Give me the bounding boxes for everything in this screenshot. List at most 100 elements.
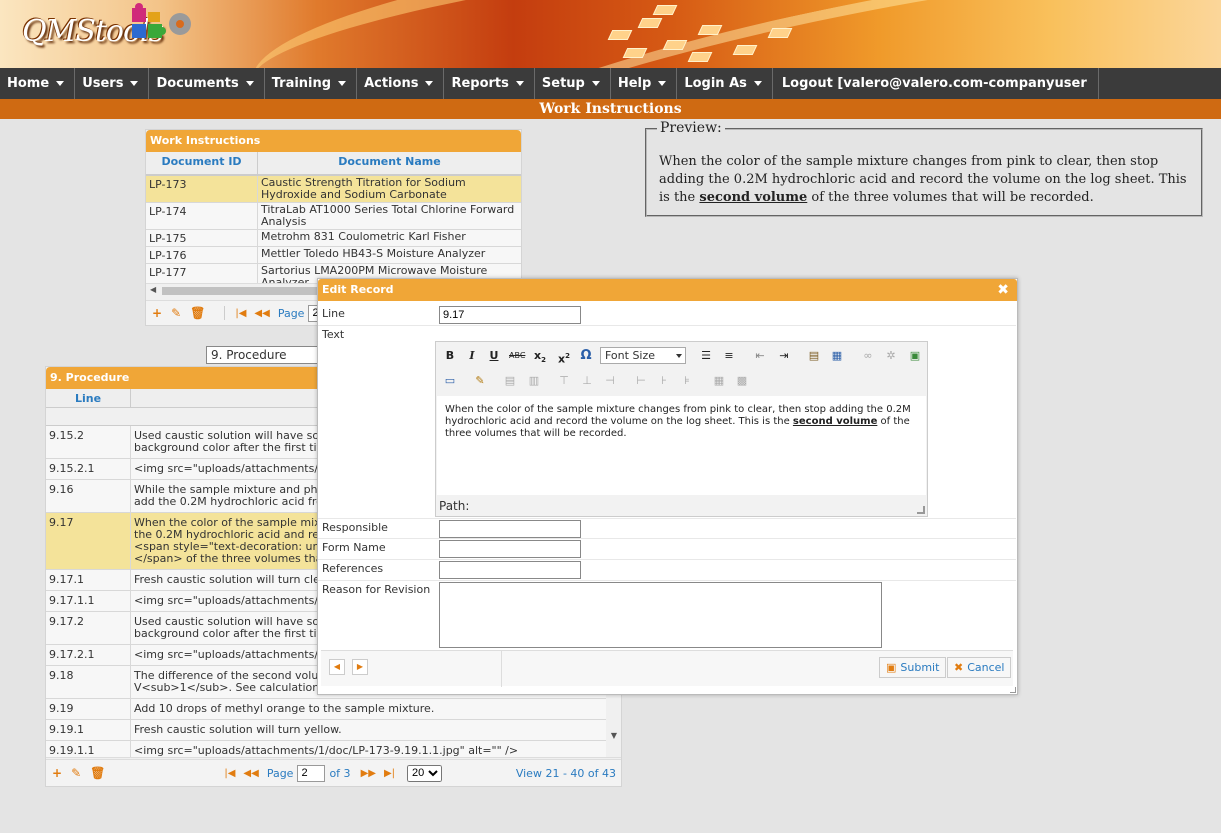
first-page-icon[interactable]: |◀ — [235, 308, 246, 319]
insert-col-after-icon[interactable]: ⊦ — [656, 373, 672, 389]
document-id-cell: LP-175 — [146, 230, 258, 246]
responsible-field[interactable] — [439, 520, 581, 538]
indent-icon[interactable]: ⇥ — [776, 348, 792, 364]
delete-row-icon[interactable]: ⊣ — [602, 373, 618, 389]
link-icon[interactable]: ∞ — [860, 348, 876, 364]
resize-handle-icon[interactable] — [917, 506, 925, 514]
outdent-icon[interactable]: ⇤ — [752, 348, 768, 364]
edit-icon[interactable]: ✎ — [171, 306, 181, 320]
font-size-select[interactable]: Font Size — [600, 347, 686, 364]
preview-text: When the color of the sample mixture cha… — [659, 154, 1187, 205]
table-row-props-icon[interactable]: ▤ — [502, 373, 518, 389]
reason-row: Reason for Revision — [318, 581, 1016, 652]
table-row[interactable]: 9.19 Add 10 drops of methyl orange to the… — [46, 699, 606, 720]
split-cells-icon[interactable]: ▦ — [711, 373, 727, 389]
references-row: References — [318, 560, 1016, 581]
table-row[interactable]: 9.19.1.1 <img src="uploads/attachments/1/… — [46, 741, 606, 757]
close-icon[interactable]: ✖ — [997, 279, 1009, 301]
text-cell: Add 10 drops of methyl orange to the sam… — [134, 702, 435, 715]
prev-record-icon[interactable]: ◀ — [329, 659, 345, 675]
insert-col-before-icon[interactable]: ⊢ — [633, 373, 649, 389]
main-nav: Home Users Documents Training Actions Re… — [0, 68, 1221, 99]
bullet-list-icon[interactable]: ☰ — [698, 348, 714, 364]
bold-icon[interactable]: B — [442, 348, 458, 364]
image-icon[interactable]: ▣ — [907, 348, 923, 364]
dialog-footer: ◀ ▶ ▣ Submit ✖ Cancel — [321, 650, 1013, 687]
section-select[interactable]: 9. Procedure — [206, 346, 326, 364]
add-icon[interactable]: + — [52, 766, 62, 780]
document-name-cell: TitraLab AT1000 Series Total Chlorine Fo… — [261, 203, 515, 228]
form-name-field[interactable] — [439, 540, 581, 558]
special-character-icon[interactable]: Ω — [578, 348, 594, 364]
scroll-down-icon[interactable]: ▼ — [611, 731, 617, 740]
chevron-down-icon — [753, 81, 762, 86]
table-row[interactable]: LP-175 Metrohm 831 Coulometric Karl Fishe… — [146, 230, 521, 247]
table-cell-props-icon[interactable]: ▥ — [526, 373, 542, 389]
paste-text-icon[interactable]: ▤ — [806, 348, 822, 364]
dialog-resize-icon[interactable] — [1010, 687, 1016, 693]
prev-page-icon[interactable]: ◀◀ — [243, 768, 258, 779]
delete-icon[interactable]: 🗑 — [90, 766, 105, 780]
line-cell: 9.17 — [46, 513, 131, 569]
chevron-down-icon — [591, 81, 600, 86]
column-header-document-name[interactable]: Document Name — [258, 152, 521, 174]
insert-row-before-icon[interactable]: ⊤ — [556, 373, 572, 389]
page-count: of 3 — [329, 766, 351, 780]
nav-login-as[interactable]: Login As — [677, 68, 773, 99]
italic-icon[interactable]: I — [464, 348, 480, 364]
submit-button[interactable]: ▣ Submit — [879, 657, 947, 678]
delete-col-icon[interactable]: ⊧ — [679, 373, 695, 389]
underline-icon[interactable]: U — [486, 348, 502, 364]
cancel-button[interactable]: ✖ Cancel — [947, 657, 1012, 678]
add-icon[interactable]: + — [152, 306, 162, 320]
next-page-icon[interactable]: ▶▶ — [361, 768, 376, 779]
references-field[interactable] — [439, 561, 581, 579]
nav-documents[interactable]: Documents — [149, 68, 265, 99]
unlink-icon[interactable]: ✲ — [883, 348, 899, 364]
page-input[interactable] — [297, 764, 326, 782]
delete-icon[interactable]: 🗑 — [190, 306, 205, 320]
last-page-icon[interactable]: ▶| — [384, 768, 395, 779]
editor-content[interactable]: When the color of the sample mixture cha… — [437, 396, 926, 495]
responsible-row: Responsible — [318, 518, 1016, 539]
line-cell: 9.17.1 — [46, 570, 131, 590]
merge-cells-icon[interactable]: ▩ — [734, 373, 750, 389]
chevron-down-icon — [658, 81, 667, 86]
source-icon[interactable]: ▭ — [442, 373, 458, 389]
insert-row-after-icon[interactable]: ⊥ — [579, 373, 595, 389]
header-banner: QMStools — [0, 0, 1221, 68]
table-row[interactable]: LP-176 Mettler Toledo HB43-S Moisture Ana… — [146, 247, 521, 264]
edit-html-icon[interactable]: ✎ — [472, 373, 488, 389]
column-header-document-id[interactable]: Document ID — [146, 152, 258, 174]
nav-actions[interactable]: Actions — [357, 68, 445, 99]
strikethrough-icon[interactable]: ABC — [509, 348, 525, 364]
first-page-icon[interactable]: |◀ — [224, 768, 235, 779]
nav-reports[interactable]: Reports — [444, 68, 535, 99]
line-cell: 9.15.2.1 — [46, 459, 131, 479]
next-record-icon[interactable]: ▶ — [352, 659, 368, 675]
grid-pager: + ✎ 🗑 |◀ ◀◀ Page of 3 ▶▶ ▶| 20 View 21 -… — [46, 759, 621, 786]
nav-help[interactable]: Help — [611, 68, 678, 99]
superscript-icon[interactable]: x2 — [556, 348, 572, 366]
chevron-down-icon — [338, 81, 347, 86]
nav-users[interactable]: Users — [75, 68, 150, 99]
nav-home[interactable]: Home — [0, 68, 76, 99]
line-field[interactable] — [439, 306, 581, 324]
nav-logout[interactable]: Logout [valero@valero.com-companyuser — [773, 68, 1099, 99]
grid-caption: Work Instructions — [146, 130, 521, 152]
rows-per-page-select[interactable]: 20 — [407, 764, 443, 782]
line-row: Line — [318, 305, 1016, 326]
reason-for-revision-field[interactable] — [439, 582, 882, 648]
page-title: Work Instructions — [0, 99, 1221, 119]
column-header-line[interactable]: Line — [46, 389, 131, 407]
edit-icon[interactable]: ✎ — [71, 766, 81, 780]
subscript-icon[interactable]: x2 — [532, 348, 548, 364]
numbered-list-icon[interactable]: ≡ — [721, 348, 737, 364]
paste-word-icon[interactable]: ▦ — [829, 348, 845, 364]
table-row[interactable]: LP-173 Caustic Strength Titration for Sod… — [146, 176, 521, 203]
table-row[interactable]: 9.19.1 Fresh caustic solution will turn y… — [46, 720, 606, 741]
nav-setup[interactable]: Setup — [535, 68, 611, 99]
prev-page-icon[interactable]: ◀◀ — [254, 308, 269, 319]
nav-training[interactable]: Training — [265, 68, 358, 99]
table-row[interactable]: LP-174 TitraLab AT1000 Series Total Chlor… — [146, 203, 521, 230]
